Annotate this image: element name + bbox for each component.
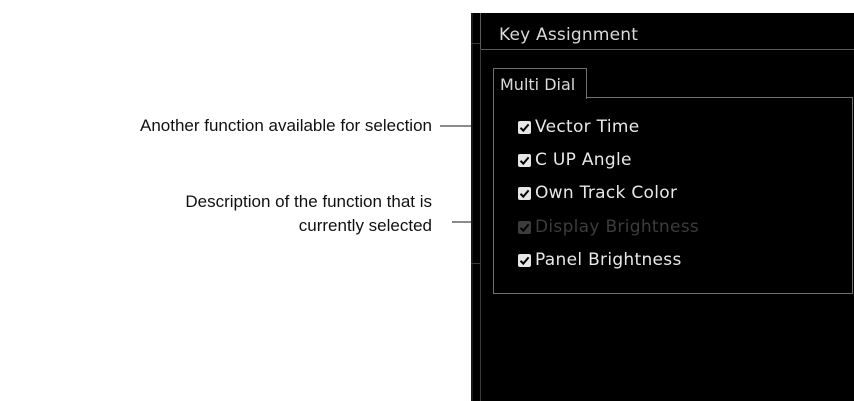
panel-body-divider xyxy=(480,49,481,401)
callout-other-function: Another function available for selection xyxy=(140,114,432,138)
option-vector-time[interactable]: Vector Time xyxy=(518,116,639,138)
tab-multi-dial[interactable]: Multi Dial xyxy=(493,68,587,99)
option-label: Display Brightness xyxy=(535,217,700,237)
tab-multi-dial-label: Multi Dial xyxy=(500,75,576,94)
callout-other-function-text: Another function available for selection xyxy=(139,116,432,135)
option-own-track-color[interactable]: Own Track Color xyxy=(518,182,677,204)
callout-description-line2: currently selected xyxy=(298,216,432,235)
option-panel-brightness[interactable]: Panel Brightness xyxy=(518,249,682,271)
panel-edge xyxy=(471,13,473,401)
checkbox-panel-brightness[interactable] xyxy=(518,253,531,267)
panel-title: Key Assignment xyxy=(499,25,639,45)
checkbox-c-up-angle[interactable] xyxy=(518,153,531,167)
callout-description-line1: Description of the function that is xyxy=(185,192,432,211)
checkbox-own-track-color[interactable] xyxy=(518,186,531,200)
checkbox-display-brightness xyxy=(518,220,531,234)
checkmark-icon xyxy=(519,123,530,132)
callout-description: Description of the function that is curr… xyxy=(185,190,432,238)
panel-title-bar: Key Assignment xyxy=(480,13,854,50)
option-label: C UP Angle xyxy=(535,150,632,170)
panel-edge-divider xyxy=(471,43,480,44)
checkmark-icon xyxy=(519,189,530,198)
panel-edge-divider xyxy=(471,263,480,264)
option-label: Panel Brightness xyxy=(535,250,682,270)
checkmark-icon xyxy=(519,223,530,232)
option-display-brightness: Display Brightness xyxy=(518,216,699,238)
option-label: Vector Time xyxy=(535,117,640,137)
checkmark-icon xyxy=(519,256,530,265)
checkmark-icon xyxy=(519,156,530,165)
option-c-up-angle[interactable]: C UP Angle xyxy=(518,149,632,171)
option-label: Own Track Color xyxy=(535,183,678,203)
key-assignment-panel: Key Assignment Multi Dial Vector Time C … xyxy=(471,13,854,401)
options-group: Vector Time C UP Angle Own Track Color D… xyxy=(493,97,853,294)
checkbox-vector-time[interactable] xyxy=(518,120,531,134)
